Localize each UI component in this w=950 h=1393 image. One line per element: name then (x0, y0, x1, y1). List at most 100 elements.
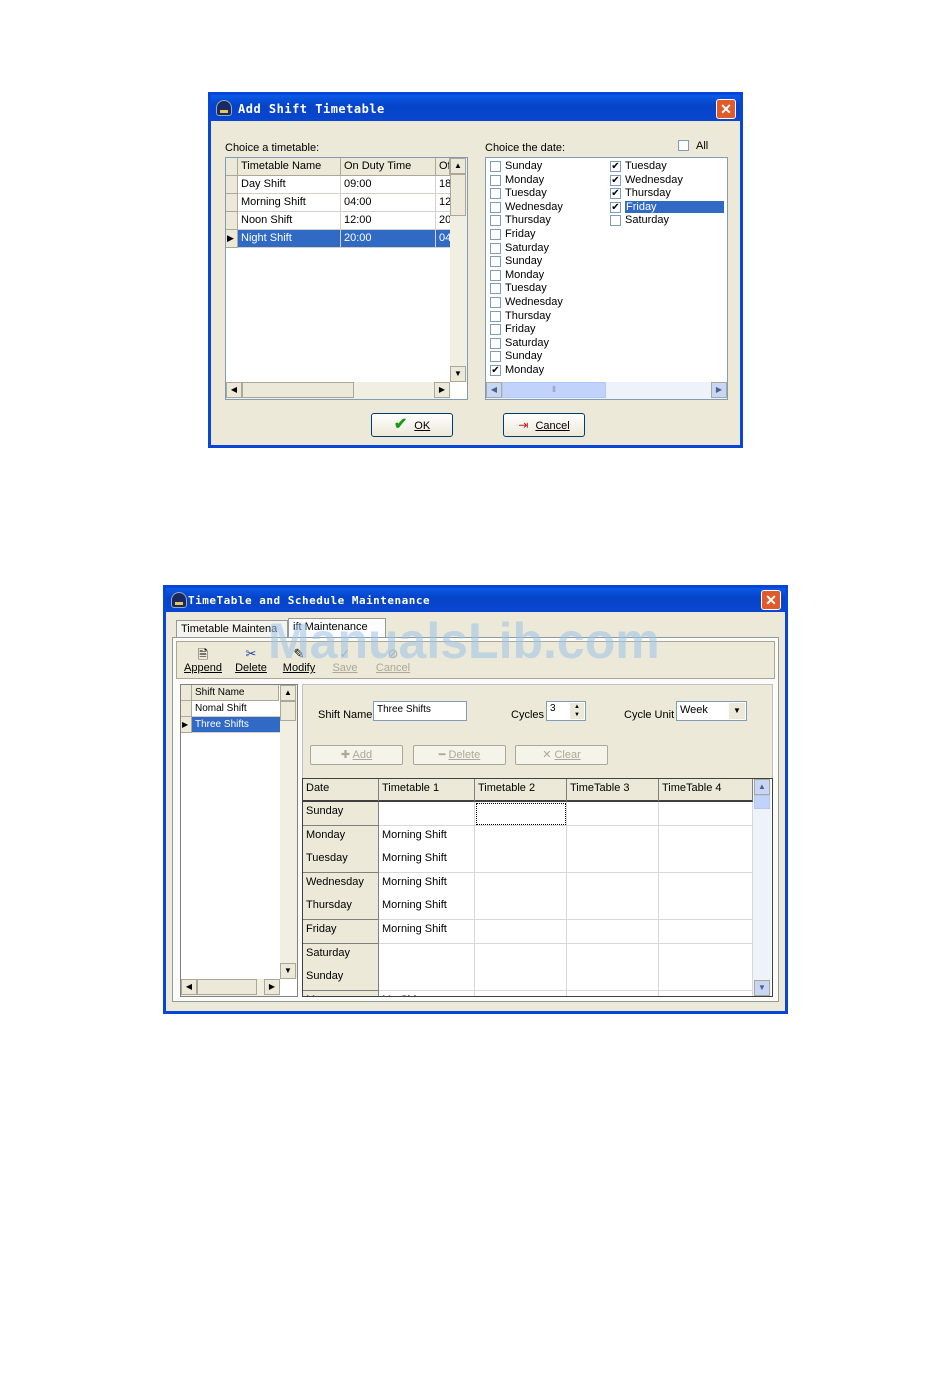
schedule-cell[interactable] (659, 967, 753, 992)
schedule-cell[interactable] (379, 802, 475, 826)
scroll-left-icon[interactable]: ◀ (486, 382, 502, 398)
checked-checkbox[interactable]: ✔ (610, 161, 621, 172)
date-hscroll[interactable]: ◀ ⦀ ▶ (486, 382, 727, 399)
cancel-button[interactable]: ⇥ Cancel (503, 413, 585, 437)
row-header-date[interactable]: Thursday (303, 896, 379, 921)
schedule-cell[interactable] (475, 825, 567, 850)
close-icon[interactable]: ✕ (716, 99, 736, 119)
checkbox[interactable] (490, 256, 501, 268)
schedule-cell[interactable] (475, 920, 567, 944)
schedule-cell[interactable] (659, 990, 753, 996)
schedule-cell[interactable] (659, 896, 753, 921)
column-header[interactable]: TimeTable 3 (567, 779, 659, 802)
column-header[interactable]: Timetable 2 (475, 779, 567, 802)
date-item[interactable]: Thursday (488, 310, 603, 323)
schedule-cell[interactable] (659, 920, 753, 944)
checkbox[interactable] (490, 269, 501, 281)
schedule-cell[interactable]: Morning Shift (379, 825, 475, 850)
checkbox[interactable] (490, 201, 501, 213)
schedule-cell[interactable] (567, 990, 659, 996)
timetable-vscroll[interactable]: ▲ ▼ (450, 158, 467, 382)
schedule-cell[interactable] (475, 967, 567, 992)
scroll-left-icon[interactable]: ◀ (226, 382, 242, 398)
delete-button[interactable]: ✂ Delete (229, 646, 273, 674)
scroll-up-icon[interactable]: ▲ (280, 685, 296, 701)
date-item[interactable]: ✔ Tuesday (608, 160, 723, 173)
scroll-thumb-h[interactable] (197, 979, 257, 995)
row-header-date[interactable]: Saturday (303, 943, 379, 968)
checkbox[interactable] (490, 174, 501, 186)
shift-vscroll[interactable]: ▲ ▼ (280, 685, 297, 979)
date-item[interactable]: Monday (488, 269, 603, 282)
schedule-cell[interactable] (567, 967, 659, 992)
scroll-up-icon[interactable]: ▲ (450, 158, 466, 174)
checked-checkbox[interactable]: ✔ (610, 174, 621, 186)
schedule-cell[interactable] (567, 943, 659, 968)
scroll-right-icon[interactable]: ▶ (711, 382, 727, 398)
schedule-cell[interactable] (475, 802, 567, 826)
checkbox[interactable] (490, 188, 501, 200)
schedule-cell[interactable] (379, 943, 475, 968)
schedule-cell[interactable] (475, 872, 567, 897)
table-row[interactable]: Noon Shift12:0020 (238, 212, 450, 230)
date-item[interactable]: Wednesday (488, 296, 603, 309)
timetable-hscroll[interactable]: ◀ ▶ (226, 382, 450, 399)
column-header-on-duty-time[interactable]: On Duty Time (341, 158, 436, 176)
timetable-grid[interactable]: Timetable Name On Duty Time Of Day Shift… (225, 157, 468, 400)
row-header-date[interactable]: Mo (303, 990, 379, 996)
window-titlebar[interactable]: TimeTable and Schedule Maintenance ✕ (166, 588, 785, 612)
scroll-thumb-h[interactable] (242, 382, 354, 398)
cycle-unit-select[interactable]: Week ▼ (676, 701, 747, 721)
list-item[interactable]: Nomal Shift (192, 701, 280, 717)
scroll-down-icon[interactable]: ▼ (450, 366, 466, 382)
schedule-grid[interactable]: Date Timetable 1 Timetable 2 TimeTable 3 Tim… (302, 778, 773, 997)
shift-hscroll[interactable]: ◀ ▶ (181, 979, 280, 996)
schedule-vscroll[interactable]: ▲ ▼ (753, 779, 771, 996)
checkbox[interactable] (490, 324, 501, 336)
append-button[interactable]: 🗎 Append (181, 646, 225, 674)
schedule-cell[interactable]: Morning Shift (379, 920, 475, 944)
add-button[interactable]: ✚ Add (310, 745, 403, 765)
cycles-stepper[interactable]: 3 ▲ ▼ (546, 701, 586, 721)
checkbox[interactable] (490, 242, 501, 254)
date-item[interactable]: Saturday (488, 337, 603, 350)
checked-checkbox[interactable]: ✔ (610, 188, 621, 200)
scroll-up-icon[interactable]: ▲ (754, 779, 770, 795)
schedule-cell[interactable]: Morning Shift (379, 849, 475, 874)
schedule-cell[interactable]: Mo Shi (379, 990, 475, 996)
scroll-down-icon[interactable]: ▼ (280, 963, 296, 979)
schedule-cell[interactable] (567, 920, 659, 944)
date-checklist[interactable]: Sunday Monday Tuesday Wednesday Thursday Frid… (485, 157, 728, 400)
date-item[interactable]: Friday (488, 228, 603, 241)
column-header[interactable]: Date (303, 779, 379, 802)
delete-row-button[interactable]: ━ Delete (413, 745, 506, 765)
date-item[interactable]: Saturday (608, 214, 723, 227)
checked-checkbox[interactable]: ✔ (490, 365, 501, 376)
schedule-cell[interactable]: Morning Shift (379, 896, 475, 921)
table-row[interactable]: Morning Shift04:0012 (238, 194, 450, 212)
column-header-off-duty-time[interactable]: Of (436, 158, 450, 176)
column-header-shift-name[interactable]: Shift Name (192, 685, 279, 701)
row-header-date[interactable]: Friday (303, 920, 379, 944)
date-item[interactable]: ✔ Thursday (608, 187, 723, 200)
row-header-date[interactable]: Sunday (303, 967, 379, 992)
scroll-right-icon[interactable]: ▶ (264, 979, 280, 995)
schedule-cell[interactable] (475, 896, 567, 921)
row-header-date[interactable]: Sunday (303, 802, 379, 826)
schedule-cell[interactable] (659, 802, 753, 826)
checkbox[interactable] (490, 161, 501, 172)
schedule-cell[interactable] (567, 872, 659, 897)
schedule-cell[interactable] (567, 825, 659, 850)
checked-checkbox[interactable]: ✔ (610, 201, 621, 213)
schedule-cell[interactable] (379, 967, 475, 992)
checkbox[interactable] (490, 283, 501, 295)
date-item[interactable]: Wednesday (488, 201, 603, 214)
ok-button[interactable]: ✔ OK (371, 413, 453, 437)
date-item[interactable]: Sunday (488, 255, 603, 268)
scroll-right-icon[interactable]: ▶ (434, 382, 450, 398)
date-item[interactable]: Sunday (488, 160, 603, 173)
spin-down-icon[interactable]: ▼ (570, 711, 584, 719)
table-row[interactable]: Day Shift09:0018 (238, 176, 450, 194)
checkbox[interactable] (490, 310, 501, 322)
checkbox[interactable] (490, 297, 501, 308)
